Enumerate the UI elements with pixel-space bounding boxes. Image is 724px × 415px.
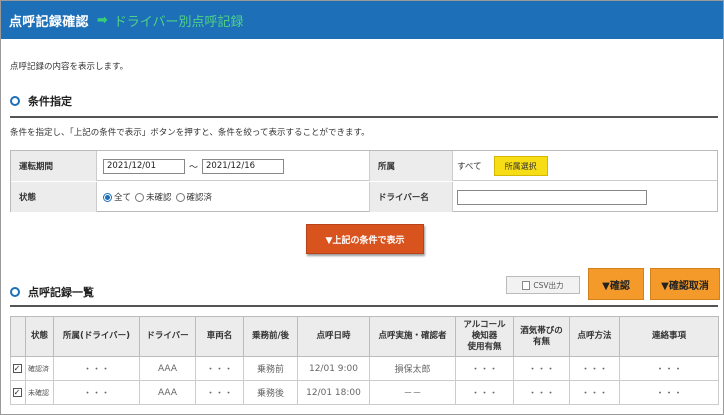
confirm-button[interactable]: ▼確認	[588, 268, 644, 300]
conditions-description: 条件を指定し、「上記の条件で表示」ボタンを押すと、条件を絞って表示することができ…	[10, 128, 370, 138]
list-section-header: 点呼記録一覧	[10, 284, 94, 300]
notes-cell: ・・・	[619, 356, 719, 381]
status-label: 状態	[11, 182, 97, 212]
radio-label: 未確認	[146, 193, 172, 203]
page-title: 点呼記録確認	[9, 14, 89, 30]
affiliation-label: 所属	[369, 151, 453, 181]
method-cell: ・・・	[569, 380, 620, 405]
conditions-title: 条件指定	[28, 95, 72, 108]
header-line: 使用有無	[467, 342, 502, 352]
driver-cell: AAA	[139, 356, 196, 381]
table-row[interactable]: ✓ 未確認 ・・・ AAA ・・・ 乗務後 12/01 18:00 －－ ・・・…	[10, 380, 719, 405]
affiliation-cell: ・・・	[53, 356, 140, 381]
status-cell: 確認済	[25, 356, 54, 381]
arrow-right-icon: ➡	[96, 12, 108, 28]
csv-export-label: CSV出力	[533, 280, 564, 290]
radio-label: 確認済	[186, 193, 213, 203]
confirmer-cell: －－	[369, 380, 456, 405]
row-checkbox[interactable]: ✓	[12, 387, 22, 397]
section-circle-icon	[10, 287, 20, 297]
column-header: 状態	[25, 316, 54, 357]
page-subtitle-link[interactable]: ドライバー別点呼記録	[114, 11, 244, 30]
row-checkbox[interactable]: ✓	[12, 363, 22, 373]
row-select-cell[interactable]: ✓	[10, 380, 26, 405]
datetime-cell: 12/01 18:00	[297, 380, 370, 405]
confirmer-cell: 損保太郎	[369, 356, 456, 381]
drunk-cell: ・・・	[513, 380, 570, 405]
column-header: 車両名	[195, 316, 244, 357]
document-icon	[522, 280, 531, 290]
column-header: 点呼日時	[297, 316, 370, 357]
column-header: 所属(ドライバー)	[53, 316, 140, 357]
date-from-input[interactable]	[103, 158, 185, 174]
column-header: 点呼実施・確認者	[369, 316, 456, 357]
section-circle-icon	[10, 96, 20, 106]
conditions-row: 運転期間 ～ 所属 すべて 所属選択	[11, 151, 717, 181]
intro-text: 点呼記録の内容を表示します。	[10, 62, 129, 72]
cancel-confirm-button[interactable]: ▼確認取消	[650, 268, 720, 300]
conditions-section-header: 条件指定	[10, 93, 72, 109]
header-line: アルコール	[463, 320, 506, 330]
notes-cell: ・・・	[619, 380, 719, 405]
datetime-cell: 12/01 9:00	[297, 356, 370, 381]
records-table: 状態 所属(ドライバー) ドライバー 車両名 乗務前/後 点呼日時 点呼実施・確…	[10, 316, 719, 405]
column-header-alcohol: アルコール 検知器 使用有無	[455, 316, 514, 357]
vehicle-cell: ・・・	[195, 380, 244, 405]
table-header-row: 状態 所属(ドライバー) ドライバー 車両名 乗務前/後 点呼日時 点呼実施・確…	[10, 316, 719, 357]
column-header: ドライバー	[139, 316, 196, 357]
status-cell: 未確認	[25, 380, 54, 405]
column-header: 連絡事項	[619, 316, 719, 357]
page-header: 点呼記録確認 ➡ ドライバー別点呼記録	[1, 1, 723, 39]
driver-name-label: ドライバー名	[369, 182, 453, 212]
column-header-drunk: 酒気帯びの 有無	[513, 316, 570, 357]
driver-name-cell	[457, 182, 647, 212]
alcohol-cell: ・・・	[455, 380, 514, 405]
column-header: 乗務前/後	[243, 316, 298, 357]
radio-icon	[175, 192, 185, 202]
affiliation-cell: ・・・	[53, 380, 140, 405]
radio-label: 全て	[114, 193, 132, 203]
list-title: 点呼記録一覧	[28, 286, 94, 299]
csv-export-button[interactable]: CSV出力	[506, 276, 580, 294]
affiliation-value-cell: すべて 所属選択	[457, 151, 548, 181]
search-with-conditions-button[interactable]: ▼上記の条件で表示	[306, 224, 424, 254]
column-header-select	[10, 316, 26, 357]
alcohol-cell: ・・・	[455, 356, 514, 381]
timing-cell: 乗務前	[243, 356, 298, 381]
driver-cell: AAA	[139, 380, 196, 405]
conditions-table: 運転期間 ～ 所属 すべて 所属選択 状態 全て 未確認 確認済 ドライバー名	[10, 150, 718, 212]
section-divider	[10, 116, 718, 118]
method-cell: ・・・	[569, 356, 620, 381]
affiliation-select-button[interactable]: 所属選択	[493, 156, 548, 176]
status-radio-group: 全て 未確認 確認済	[103, 182, 216, 212]
timing-cell: 乗務後	[243, 380, 298, 405]
date-to-input[interactable]	[202, 158, 285, 174]
header-line: 酒気帯びの	[520, 325, 563, 336]
affiliation-value: すべて	[457, 162, 482, 172]
status-radio-confirmed[interactable]: 確認済	[175, 191, 213, 203]
status-radio-unconfirmed[interactable]: 未確認	[135, 191, 172, 203]
status-radio-all[interactable]: 全て	[103, 191, 131, 203]
driver-name-input[interactable]	[457, 189, 647, 205]
vehicle-cell: ・・・	[195, 356, 244, 381]
period-value: ～	[103, 151, 285, 181]
row-select-cell[interactable]: ✓	[10, 356, 26, 381]
header-line: 有無	[532, 336, 550, 347]
period-label: 運転期間	[11, 151, 97, 181]
table-row[interactable]: ✓ 確認済 ・・・ AAA ・・・ 乗務前 12/01 9:00 損保太郎 ・・…	[10, 356, 719, 381]
conditions-row: 状態 全て 未確認 確認済 ドライバー名	[11, 182, 717, 212]
drunk-cell: ・・・	[513, 356, 570, 381]
tilde-separator: ～	[189, 162, 199, 173]
radio-icon	[135, 192, 145, 202]
section-divider	[10, 305, 718, 307]
radio-selected-icon	[103, 192, 112, 202]
column-header: 点呼方法	[569, 316, 620, 357]
header-line: 検知器	[471, 331, 498, 341]
